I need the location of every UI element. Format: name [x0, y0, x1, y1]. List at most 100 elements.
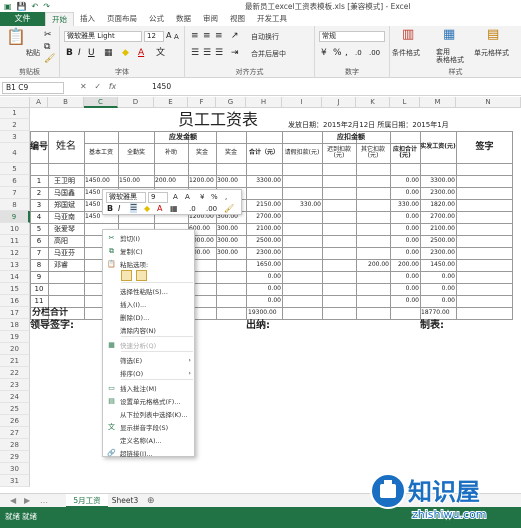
row-actual[interactable]: 2500.00 [421, 235, 455, 247]
font-name-select[interactable]: 微软雅黑 Light [64, 31, 142, 42]
context-menu-item[interactable]: 选择性粘贴(S)... [103, 285, 195, 297]
header-bonus[interactable]: 奖金 [216, 143, 246, 163]
row-leave[interactable] [283, 247, 321, 259]
row-header[interactable]: 14 [0, 271, 30, 283]
header-leave[interactable]: 请假扣款(元) [282, 143, 322, 163]
row-other[interactable] [357, 211, 389, 223]
row-late[interactable] [323, 283, 355, 295]
column-header[interactable]: F [188, 97, 216, 108]
decrease-decimal-icon[interactable]: .00 [369, 48, 380, 58]
row-sum[interactable]: 0.00 [247, 271, 281, 283]
align-top-icon[interactable]: ≡ [191, 31, 199, 41]
cancel-icon[interactable]: ✕ [80, 82, 87, 91]
cell-style-icon[interactable]: ▤ [487, 28, 499, 41]
header-deduct-sum[interactable]: 应扣合计(元) [390, 143, 420, 163]
select-all-corner[interactable] [0, 97, 30, 108]
mini-currency-icon[interactable]: ¥ [200, 192, 204, 202]
align-bottom-icon[interactable]: ≡ [215, 31, 223, 41]
underline-icon[interactable]: U [88, 48, 95, 58]
paste-values-icon[interactable] [136, 270, 147, 281]
header-actual[interactable]: 实发工资(元) [420, 131, 456, 163]
mini-increase-decimal-icon[interactable]: .0 [189, 204, 196, 214]
row-header[interactable]: 5 [0, 163, 30, 175]
row-name[interactable] [48, 271, 84, 283]
context-menu-item[interactable]: ▭ 插入批注(M) [103, 382, 195, 394]
row-ot[interactable]: 1200.00 [189, 175, 215, 187]
orientation-icon[interactable]: ↗ [231, 31, 239, 41]
row-late[interactable] [323, 223, 355, 235]
row-other[interactable] [357, 247, 389, 259]
total-sum[interactable]: 19300.00 [248, 307, 280, 319]
row-sum[interactable]: 2700.00 [247, 211, 281, 223]
next-sheet-icon[interactable]: ▶ [24, 496, 30, 506]
row-late[interactable] [323, 235, 355, 247]
row-id[interactable]: 2 [30, 187, 48, 199]
cut-icon[interactable]: ✂ [44, 30, 52, 40]
row-actual[interactable]: 0.00 [421, 295, 455, 307]
align-left-icon[interactable]: ☰ [191, 48, 199, 58]
row-bonus[interactable] [217, 259, 245, 271]
mini-borders-icon[interactable]: ▦ [170, 204, 178, 214]
fx-icon[interactable]: fx [109, 82, 117, 91]
row-header[interactable]: 19 [0, 331, 30, 343]
context-menu-item[interactable]: 定义名称(A)... [103, 434, 195, 446]
table-format-button[interactable]: 套用 表格格式 [436, 48, 464, 64]
row-id[interactable]: 3 [30, 199, 48, 211]
mini-comma-icon[interactable]: , [225, 192, 227, 202]
row-name[interactable]: 邓睿 [48, 259, 84, 271]
prev-sheet-icon[interactable]: ◀ [10, 496, 16, 506]
row-header[interactable]: 1 [0, 108, 30, 119]
row-other[interactable] [357, 283, 389, 295]
wrap-text-button[interactable]: 自动换行 [251, 32, 279, 42]
row-header[interactable]: 31 [0, 475, 30, 487]
row-late[interactable] [323, 187, 355, 199]
tab-data[interactable]: 数据 [170, 12, 197, 26]
row-bonus[interactable] [217, 295, 245, 307]
row-leave[interactable] [283, 223, 321, 235]
sign-cashier[interactable]: 出纳: [246, 319, 306, 332]
mini-align-center-icon[interactable]: ☰ [130, 203, 138, 213]
row-header[interactable]: 28 [0, 439, 30, 451]
row-id[interactable]: 9 [30, 271, 48, 283]
row-actual[interactable]: 2100.00 [421, 223, 455, 235]
row-dsum[interactable]: 0.00 [391, 211, 419, 223]
row-actual[interactable]: 2300.00 [421, 247, 455, 259]
row-late[interactable] [323, 271, 355, 283]
tab-page-layout[interactable]: 页面布局 [101, 12, 143, 26]
font-size-select[interactable]: 12 [144, 31, 164, 42]
header-other[interactable]: 其它扣款(元) [356, 143, 390, 163]
align-center-icon[interactable]: ☰ [203, 48, 211, 58]
row-header[interactable]: 10 [0, 223, 30, 235]
mini-decrease-decimal-icon[interactable]: .00 [206, 204, 217, 214]
row-sum[interactable]: 2150.00 [247, 199, 281, 211]
row-late[interactable] [323, 199, 355, 211]
row-bonus[interactable] [217, 271, 245, 283]
row-actual[interactable]: 1450.00 [421, 259, 455, 271]
row-sum[interactable]: 0.00 [247, 295, 281, 307]
row-sum[interactable]: 2500.00 [247, 235, 281, 247]
row-header[interactable]: 4 [0, 143, 30, 163]
mini-format-painter-icon[interactable]: 🖌 [224, 204, 234, 214]
row-header[interactable]: 15 [0, 283, 30, 295]
font-color-icon[interactable]: A [138, 48, 144, 58]
row-sum[interactable]: 1650.00 [247, 259, 281, 271]
row-id[interactable]: 1 [30, 175, 48, 187]
number-format-select[interactable]: 常规 [319, 31, 385, 42]
row-header[interactable]: 29 [0, 451, 30, 463]
row-header[interactable]: 13 [0, 259, 30, 271]
paste-default-icon[interactable] [121, 270, 132, 281]
italic-icon[interactable]: I [78, 48, 81, 58]
save-icon[interactable]: 💾 [17, 2, 27, 11]
row-id[interactable]: 8 [30, 259, 48, 271]
increase-decimal-icon[interactable]: .0 [355, 48, 362, 58]
row-actual[interactable]: 3300.00 [421, 175, 455, 187]
header-sum[interactable]: 合计（元） [246, 143, 282, 163]
row-header[interactable]: 18 [0, 319, 30, 331]
row-header[interactable]: 23 [0, 379, 30, 391]
row-header[interactable]: 24 [0, 391, 30, 403]
row-sum[interactable] [247, 187, 281, 199]
row-header[interactable]: 17 [0, 307, 30, 319]
row-other[interactable] [357, 199, 389, 211]
fill-color-icon[interactable]: ◆ [122, 48, 129, 58]
column-header[interactable]: H [246, 97, 282, 108]
